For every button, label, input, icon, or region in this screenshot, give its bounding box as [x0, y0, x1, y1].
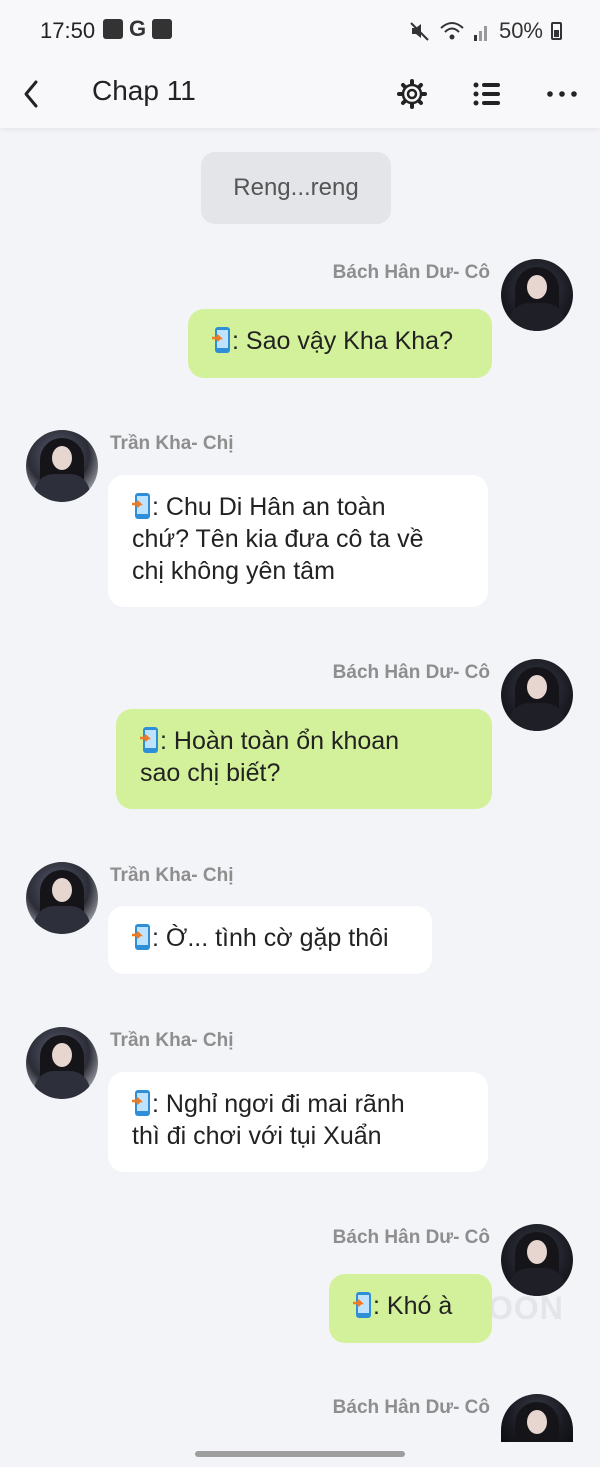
message-text: : Khó à	[373, 1292, 453, 1320]
avatar[interactable]	[501, 659, 573, 731]
phone-icon	[132, 492, 151, 520]
signal-icon	[473, 26, 487, 41]
message-bubble[interactable]: : Ờ... tình cờ gặp thôi	[108, 906, 432, 974]
phone-icon	[132, 1089, 151, 1117]
system-icons: 50%	[409, 18, 562, 44]
message-line: chứ? Tên kia đưa cô ta về	[132, 525, 424, 553]
google-icon: G	[129, 16, 147, 41]
message-line: chị không yên tâm	[132, 557, 335, 585]
sender-name: Bách Hân Dư- Cô	[332, 1397, 490, 1418]
sender-name: Bách Hân Dư- Cô	[332, 262, 490, 283]
phone-icon	[353, 1291, 372, 1319]
status-time: 17:50	[40, 18, 96, 43]
message-bubble[interactable]: : Nghỉ ngơi đi mai rãnh thì đi chơi với …	[108, 1072, 488, 1172]
message-bubble[interactable]: : Chu Di Hân an toàn chứ? Tên kia đưa cô…	[108, 475, 488, 607]
page-title: Chap 11	[92, 75, 196, 106]
message-line: : Chu Di Hân an toàn	[152, 493, 386, 521]
mute-icon	[410, 22, 429, 41]
gallery-icon	[103, 19, 123, 39]
gear-icon[interactable]	[390, 72, 434, 116]
more-icon[interactable]	[540, 72, 584, 116]
message-line: sao chị biết?	[140, 759, 281, 787]
message-bubble[interactable]: : Sao vậy Kha Kha?	[188, 309, 492, 378]
phone-icon	[140, 726, 159, 754]
sender-name: Bách Hân Dư- Cô	[332, 662, 490, 683]
message-bubble[interactable]: : Hoàn toàn ổn khoan sao chị biết?	[116, 709, 492, 809]
watermark: OON	[488, 1290, 564, 1326]
checkbox-icon	[152, 19, 173, 39]
wifi-icon	[440, 22, 464, 40]
avatar[interactable]	[501, 1394, 573, 1442]
avatar[interactable]	[501, 1224, 573, 1296]
avatar[interactable]	[26, 430, 98, 502]
message-line: thì đi chơi với tụi Xuẩn	[132, 1122, 382, 1150]
message-line: : Nghỉ ngơi đi mai rãnh	[152, 1090, 405, 1118]
message-text: : Ờ... tình cờ gặp thôi	[152, 924, 389, 952]
phone-icon	[132, 923, 151, 951]
phone-icon	[212, 326, 231, 354]
status-bar: 17:50 G 50%	[0, 0, 600, 62]
avatar[interactable]	[26, 1027, 98, 1099]
home-indicator[interactable]	[195, 1451, 405, 1457]
system-message: Reng...reng	[201, 152, 391, 224]
battery-percent: 50%	[498, 18, 543, 43]
battery-icon	[551, 22, 562, 40]
sender-name: Trần Kha- Chị	[110, 1030, 234, 1051]
app-bar: Chap 11	[0, 62, 600, 128]
sender-name: Trần Kha- Chị	[110, 433, 234, 454]
message-text: : Sao vậy Kha Kha?	[232, 327, 453, 355]
sender-name: Trần Kha- Chị	[110, 865, 234, 886]
avatar[interactable]	[26, 862, 98, 934]
notification-icons: G	[103, 16, 173, 41]
back-arrow-icon[interactable]	[14, 74, 54, 114]
message-line: : Hoàn toàn ổn khoan	[160, 727, 400, 755]
list-icon[interactable]	[465, 72, 509, 116]
avatar[interactable]	[501, 259, 573, 331]
message-bubble[interactable]: : Khó à	[329, 1274, 492, 1343]
sender-name: Bách Hân Dư- Cô	[332, 1227, 490, 1248]
